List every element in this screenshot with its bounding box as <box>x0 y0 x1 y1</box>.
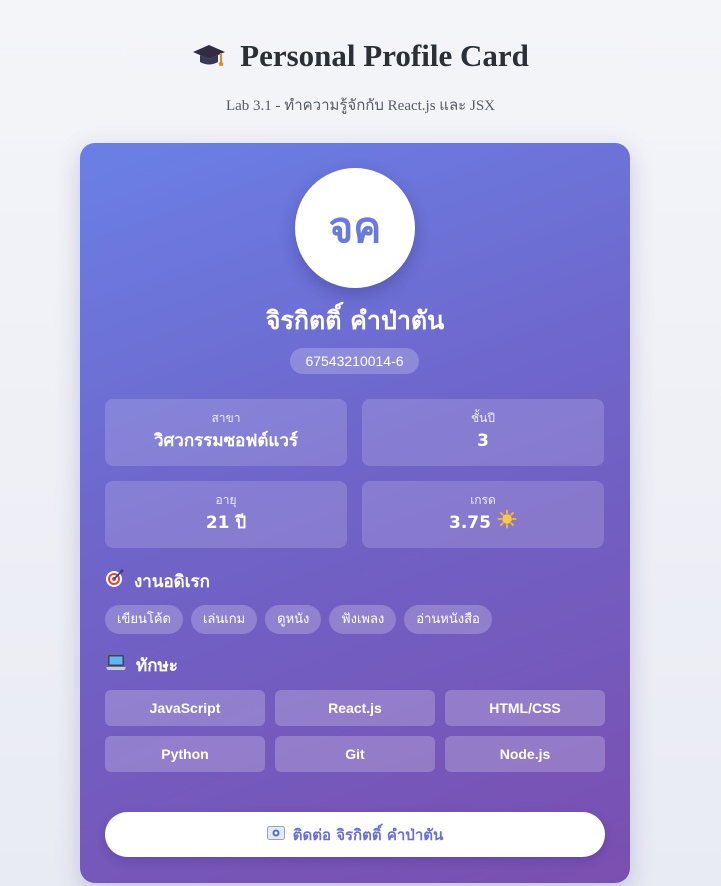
info-label-gpa: เกรด <box>470 493 496 507</box>
info-box-year: ชั้นปี 3 <box>362 399 604 466</box>
info-value-year: 3 <box>362 427 604 455</box>
contact-button[interactable]: ติดต่อ จิรกิตติ์ คำป่าตัน <box>105 812 605 857</box>
avatar: จค <box>295 168 415 288</box>
info-value-major-text: วิศวกรรมซอฟต์แวร์ <box>153 431 299 451</box>
page-title-text: Personal Profile Card <box>240 38 529 73</box>
info-value-gpa-text: 3.75 <box>449 513 491 533</box>
profile-card: จค จิรกิตติ์ คำป่าตัน 67543210014-6 สาขา… <box>80 143 630 883</box>
skills-section-title: ทักษะ <box>105 653 178 679</box>
hobby-tag: อ่านหนังสือ <box>404 605 492 634</box>
hobbies-section-title: งานอดิเรก <box>105 569 210 595</box>
info-value-major: วิศวกรรมซอฟต์แวร์ <box>105 427 347 455</box>
skill-chip: HTML/CSS <box>445 690 605 726</box>
graduation-cap-icon <box>192 39 226 73</box>
info-value-year-text: 3 <box>477 431 489 451</box>
page-subtitle: Lab 3.1 - ทำความรู้จักกับ React.js และ J… <box>225 98 495 114</box>
skill-grid: JavaScript React.js HTML/CSS Python Git … <box>105 690 605 772</box>
info-value-gpa: 3.75 <box>362 509 604 537</box>
info-box-age: อายุ 21 ปี <box>105 481 347 548</box>
skill-chip: Node.js <box>445 736 605 772</box>
target-icon <box>105 568 125 596</box>
hobby-tag: เล่นเกม <box>190 605 258 634</box>
contact-button-label: ติดต่อ จิรกิตติ์ คำป่าตัน <box>292 825 444 844</box>
info-value-age-text: 21 ปี <box>205 513 247 533</box>
hobby-tag: เขียนโค้ด <box>105 605 183 634</box>
skills-title-text: ทักษะ <box>136 656 178 676</box>
info-label-age: อายุ <box>215 493 237 507</box>
skill-chip: React.js <box>275 690 435 726</box>
student-name: จิรกิตติ์ คำป่าตัน <box>265 306 445 335</box>
skill-chip: JavaScript <box>105 690 265 726</box>
info-box-gpa: เกรด 3.75 <box>362 481 604 548</box>
hobby-tag: ฟังเพลง <box>329 605 397 634</box>
laptop-icon <box>105 652 127 680</box>
student-id-badge: 67543210014-6 <box>290 348 419 374</box>
hobby-tag: ดูหนัง <box>265 605 322 634</box>
skill-chip: Git <box>275 736 435 772</box>
hobbies-title-text: งานอดิเรก <box>134 572 210 592</box>
contact-card-icon <box>266 825 285 844</box>
info-label-year: ชั้นปี <box>471 411 495 425</box>
page-header: Personal Profile Card Lab 3.1 - ทำความรู… <box>0 0 721 116</box>
avatar-initials: จค <box>328 203 382 252</box>
info-box-major: สาขา วิศวกรรมซอฟต์แวร์ <box>105 399 347 466</box>
skill-chip: Python <box>105 736 265 772</box>
sun-icon <box>497 509 517 538</box>
info-value-age: 21 ปี <box>105 509 347 537</box>
page-title: Personal Profile Card <box>0 36 721 76</box>
hobby-list: เขียนโค้ด เล่นเกม ดูหนัง ฟังเพลง อ่านหนั… <box>105 605 492 634</box>
info-label-major: สาขา <box>211 411 241 425</box>
